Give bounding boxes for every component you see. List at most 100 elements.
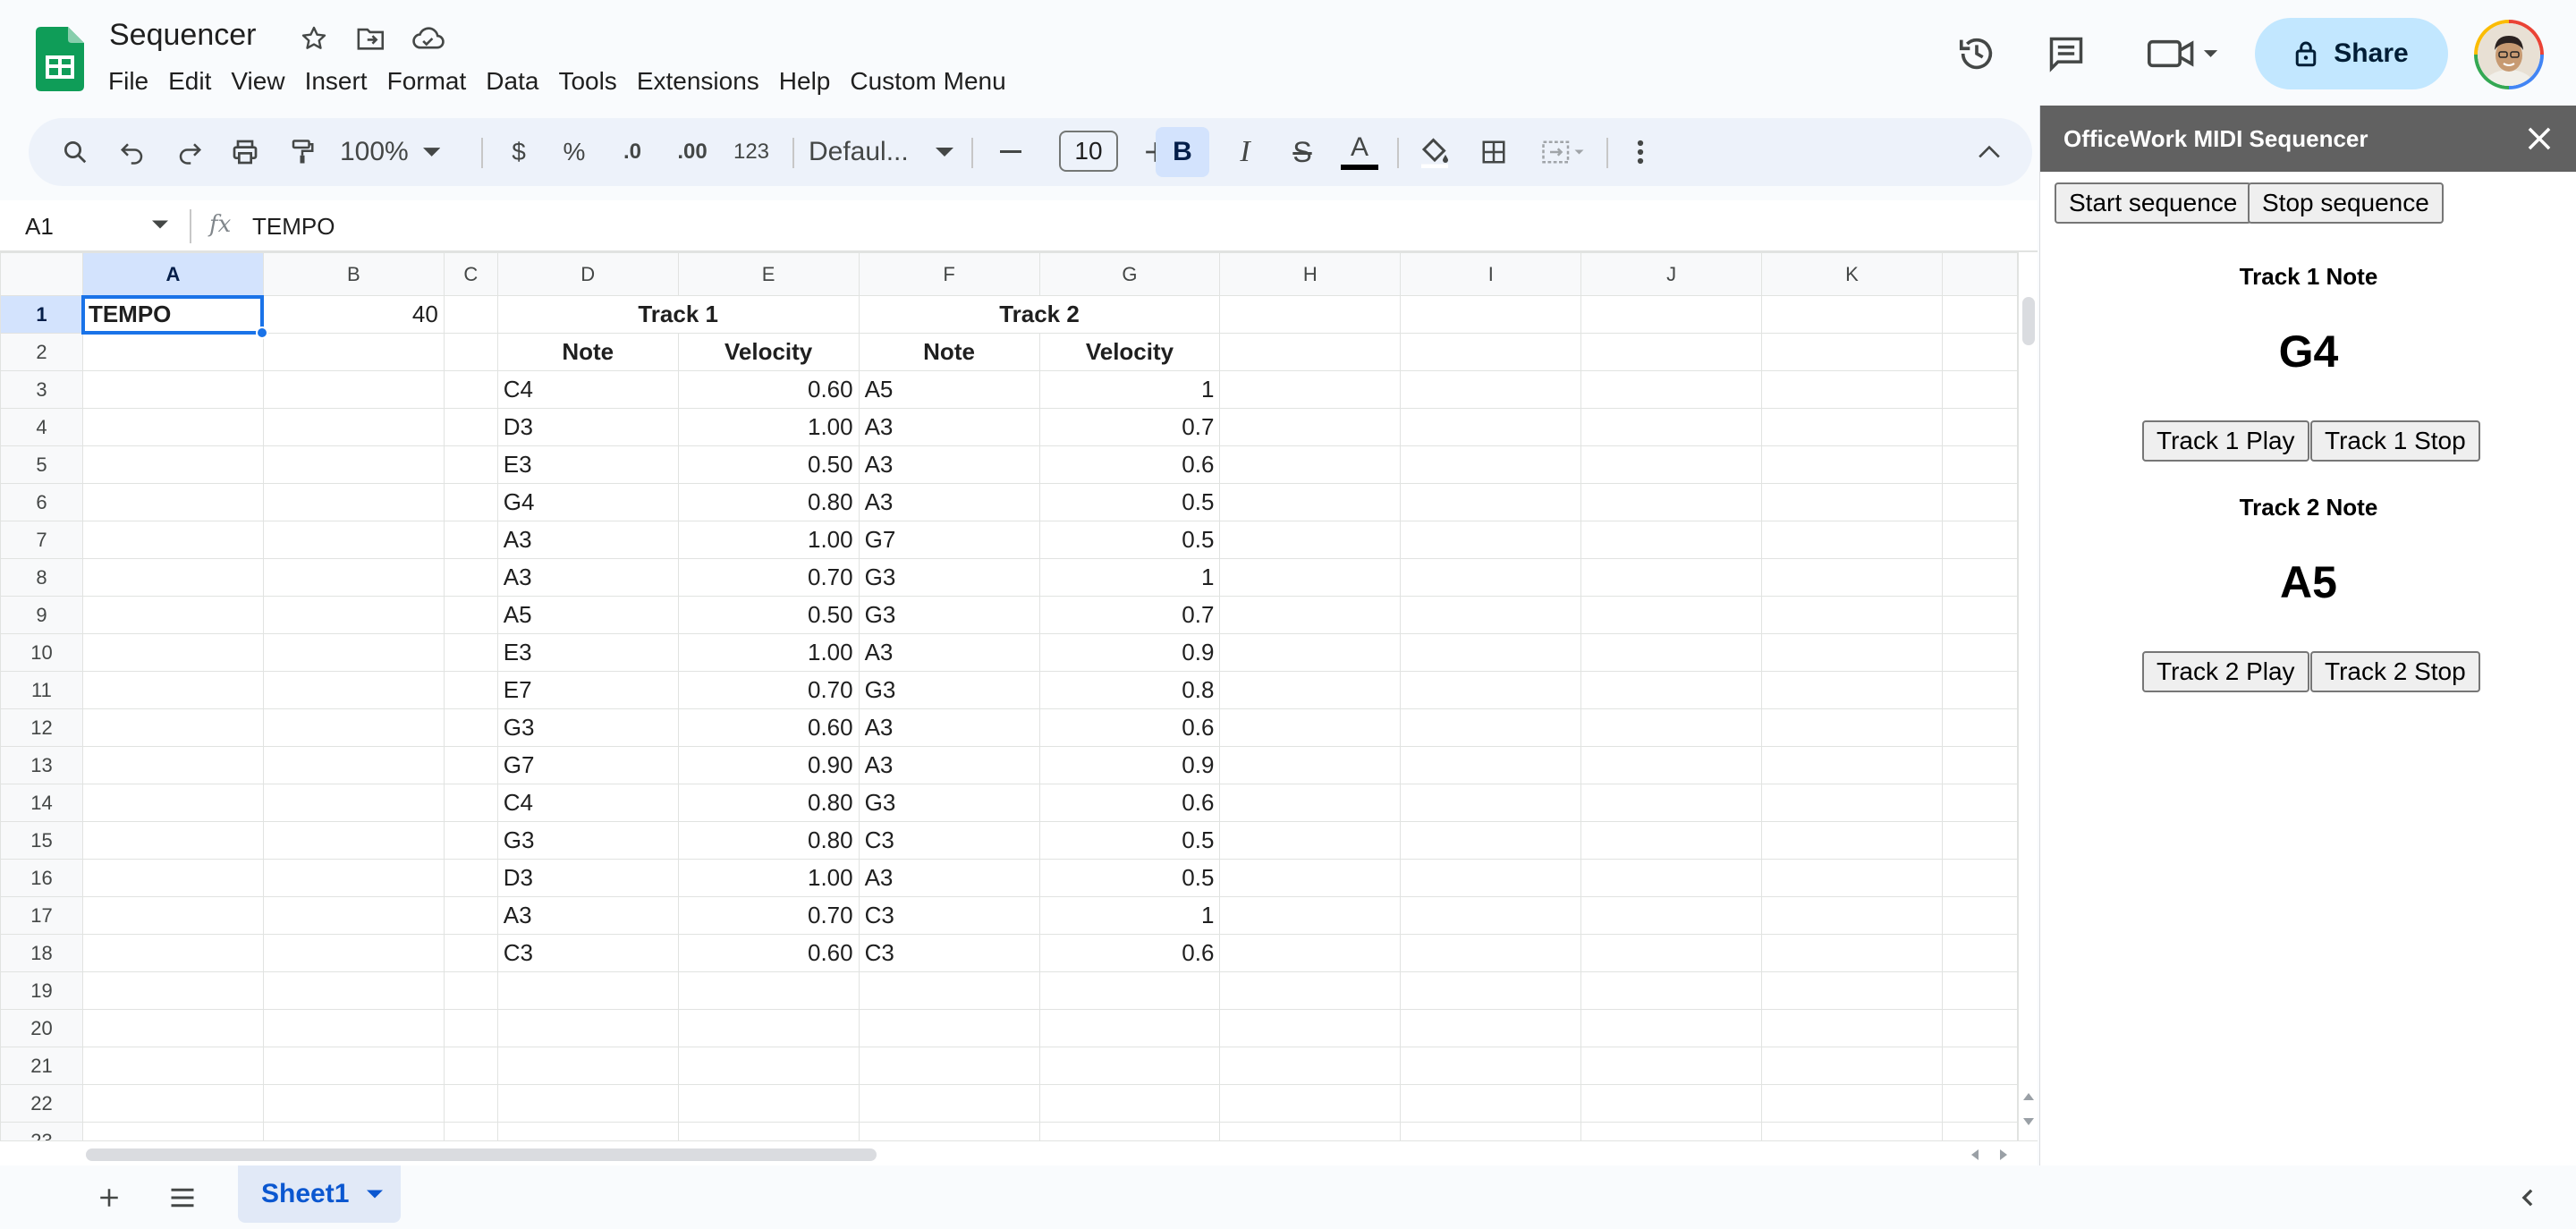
cell[interactable] xyxy=(1941,971,2018,1010)
cell[interactable] xyxy=(1761,1084,1943,1123)
cell-track1-velocity-header[interactable]: Velocity xyxy=(677,333,860,371)
cell-track1-header[interactable]: Track 1 xyxy=(496,295,860,334)
cell[interactable] xyxy=(1941,483,2018,521)
track2-velocity-cell[interactable]: 0.5 xyxy=(1038,859,1221,897)
cell[interactable] xyxy=(262,1009,445,1047)
scroll-left-icon[interactable] xyxy=(1971,1149,1979,1160)
cell[interactable] xyxy=(1219,896,1402,935)
cell[interactable] xyxy=(1761,934,1943,972)
row-header[interactable]: 9 xyxy=(0,596,83,634)
cell[interactable] xyxy=(262,859,445,897)
track2-note-cell[interactable]: A5 xyxy=(858,370,1040,409)
track2-note-cell[interactable]: A3 xyxy=(858,708,1040,747)
star-icon[interactable] xyxy=(297,21,331,55)
cell[interactable] xyxy=(1941,295,2018,334)
cell[interactable] xyxy=(1761,1122,1943,1140)
cell[interactable] xyxy=(81,859,264,897)
cell[interactable] xyxy=(677,1009,860,1047)
vertical-scrollbar[interactable] xyxy=(2018,252,2038,1140)
track1-note-cell[interactable]: C4 xyxy=(496,370,679,409)
font-family-select[interactable]: Defaul... xyxy=(809,127,953,177)
cell[interactable] xyxy=(81,1009,264,1047)
cell[interactable] xyxy=(1580,633,1763,672)
row-header[interactable]: 13 xyxy=(0,746,83,784)
row-header[interactable]: 15 xyxy=(0,821,83,860)
cell-track2-velocity-header[interactable]: Velocity xyxy=(1038,333,1221,371)
cell[interactable] xyxy=(262,333,445,371)
cell[interactable] xyxy=(1580,934,1763,972)
menu-format[interactable]: Format xyxy=(377,64,477,98)
track2-velocity-cell[interactable]: 0.6 xyxy=(1038,708,1221,747)
cell[interactable] xyxy=(1400,896,1582,935)
cell[interactable] xyxy=(1580,558,1763,597)
cell[interactable] xyxy=(81,370,264,409)
column-header-k[interactable]: K xyxy=(1761,252,1943,296)
track2-velocity-cell[interactable]: 0.5 xyxy=(1038,483,1221,521)
cell[interactable] xyxy=(1219,746,1402,784)
cell[interactable] xyxy=(81,521,264,559)
cell[interactable] xyxy=(858,1047,1040,1085)
track1-velocity-cell[interactable]: 0.80 xyxy=(677,784,860,822)
share-button[interactable]: Share xyxy=(2255,18,2448,89)
cell[interactable] xyxy=(443,746,498,784)
cell[interactable] xyxy=(1580,784,1763,822)
track2-velocity-cell[interactable]: 1 xyxy=(1038,896,1221,935)
column-header-d[interactable]: D xyxy=(496,252,679,296)
row-header[interactable]: 6 xyxy=(0,483,83,521)
cell[interactable] xyxy=(1400,708,1582,747)
collapse-side-panel-icon[interactable] xyxy=(2508,1178,2547,1217)
fill-color-icon[interactable] xyxy=(1410,127,1460,177)
track1-note-cell[interactable]: D3 xyxy=(496,408,679,446)
cell[interactable] xyxy=(81,333,264,371)
track2-note-cell[interactable]: G3 xyxy=(858,558,1040,597)
cell[interactable] xyxy=(262,821,445,860)
cell-track1-note-header[interactable]: Note xyxy=(496,333,679,371)
cell[interactable] xyxy=(1038,1009,1221,1047)
cell[interactable] xyxy=(262,784,445,822)
track2-velocity-cell[interactable]: 1 xyxy=(1038,370,1221,409)
cell[interactable] xyxy=(1941,821,2018,860)
cell[interactable] xyxy=(1580,1047,1763,1085)
row-header[interactable]: 4 xyxy=(0,408,83,446)
cell[interactable] xyxy=(1941,1122,2018,1140)
track1-note-cell[interactable]: A3 xyxy=(496,896,679,935)
cell-a1-tempo-label[interactable]: TEMPO xyxy=(81,294,265,335)
sheets-logo-icon[interactable] xyxy=(36,27,84,91)
cell[interactable] xyxy=(1580,370,1763,409)
cell[interactable] xyxy=(443,671,498,709)
cell[interactable] xyxy=(81,596,264,634)
name-box[interactable]: A1 xyxy=(25,213,54,241)
cell[interactable] xyxy=(443,708,498,747)
track1-velocity-cell[interactable]: 0.80 xyxy=(677,821,860,860)
document-title[interactable]: Sequencer xyxy=(109,18,256,53)
row-header[interactable]: 12 xyxy=(0,708,83,747)
sheet-tab[interactable]: Sheet1 xyxy=(238,1165,401,1223)
cell[interactable] xyxy=(1219,859,1402,897)
cloud-saved-icon[interactable] xyxy=(411,21,445,55)
cell[interactable] xyxy=(858,971,1040,1010)
track1-velocity-cell[interactable]: 1.00 xyxy=(677,408,860,446)
track1-velocity-cell[interactable]: 0.70 xyxy=(677,671,860,709)
cell[interactable] xyxy=(443,370,498,409)
cell[interactable] xyxy=(1219,633,1402,672)
currency-format-button[interactable]: $ xyxy=(499,127,538,177)
chevron-down-icon[interactable] xyxy=(367,1190,384,1199)
meet-video-icon[interactable] xyxy=(2143,30,2224,77)
paint-format-icon[interactable] xyxy=(283,127,322,177)
zoom-select[interactable]: 100% xyxy=(340,127,440,177)
track1-note-cell[interactable]: G3 xyxy=(496,821,679,860)
cell[interactable] xyxy=(262,746,445,784)
track2-note-cell[interactable]: A3 xyxy=(858,483,1040,521)
menu-custom[interactable]: Custom Menu xyxy=(840,64,1015,98)
cell[interactable] xyxy=(262,483,445,521)
row-header[interactable]: 7 xyxy=(0,521,83,559)
track1-note-cell[interactable]: C4 xyxy=(496,784,679,822)
cell[interactable] xyxy=(1400,633,1582,672)
cell[interactable] xyxy=(1761,445,1943,484)
row-header[interactable]: 10 xyxy=(0,633,83,672)
cell[interactable] xyxy=(262,1122,445,1140)
cell[interactable] xyxy=(81,746,264,784)
cell[interactable] xyxy=(262,1047,445,1085)
cell[interactable] xyxy=(262,971,445,1010)
move-folder-icon[interactable] xyxy=(354,21,388,55)
